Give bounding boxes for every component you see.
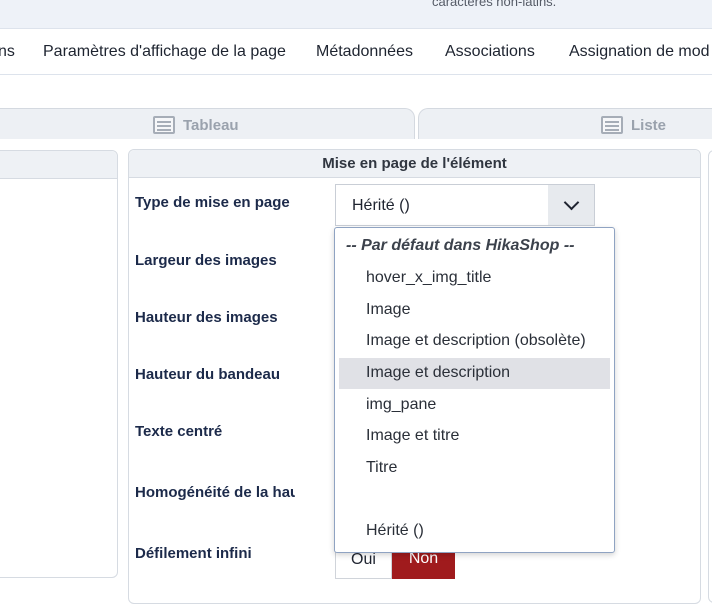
option-group-default: -- Par défaut dans HikaShop -- <box>346 237 575 254</box>
table-view-label: Tableau <box>183 116 239 134</box>
banner-height-label: Hauteur du bandeau <box>135 366 281 383</box>
tab-metadata[interactable]: Métadonnées <box>316 43 413 61</box>
table-icon <box>153 116 175 134</box>
tab-module-assignment[interactable]: Assignation de mod <box>569 43 710 61</box>
chevron-down-icon <box>563 194 579 210</box>
tab-bar: ns Paramètres d'affichage de la page Mét… <box>0 29 712 75</box>
option-image[interactable]: Image <box>339 295 610 326</box>
infinite-scroll-label: Défilement infini <box>135 545 252 562</box>
option-image-title[interactable]: Image et titre <box>339 421 610 452</box>
top-info-strip: caractères non-latins. <box>0 0 712 29</box>
centered-text-label: Texte centré <box>135 423 223 440</box>
table-view-button[interactable]: Tableau <box>0 108 415 139</box>
layout-type-select[interactable]: Hérité () <box>335 184 595 226</box>
field-hint: caractères non-latins. <box>432 0 557 9</box>
option-hover-x-img-title[interactable]: hover_x_img_title <box>339 263 610 294</box>
image-width-label: Largeur des images <box>135 252 277 269</box>
right-panel-edge <box>708 150 712 603</box>
select-toggle[interactable] <box>548 185 594 225</box>
view-switch: Tableau Liste <box>0 108 712 140</box>
list-view-button[interactable]: Liste <box>418 108 712 139</box>
option-img-pane[interactable]: img_pane <box>339 390 610 421</box>
tab-associations[interactable]: Associations <box>445 43 535 61</box>
list-view-label: Liste <box>631 116 667 134</box>
option-title[interactable]: Titre <box>339 453 610 484</box>
item-layout-panel: Mise en page de l'élément Type de mise e… <box>128 149 701 604</box>
option-inherited[interactable]: Hérité () <box>339 516 610 547</box>
layout-type-dropdown: -- Par défaut dans HikaShop -- hover_x_i… <box>334 227 615 553</box>
tab-partial-left[interactable]: ns <box>0 43 15 61</box>
list-icon <box>601 116 623 134</box>
layout-type-value: Hérité () <box>352 197 410 214</box>
option-blank[interactable] <box>339 484 610 515</box>
option-image-description-obsolete[interactable]: Image et description (obsolète) <box>339 326 610 357</box>
image-height-label: Hauteur des images <box>135 309 278 326</box>
left-panel <box>0 150 118 578</box>
layout-type-label: Type de mise en page <box>135 194 290 211</box>
height-homogeneity-label: Homogénéité de la hauteur <box>135 484 295 501</box>
left-panel-header <box>0 151 117 179</box>
option-image-description[interactable]: Image et description <box>339 358 610 389</box>
panel-title: Mise en page de l'élément <box>129 150 700 178</box>
tab-page-display-settings[interactable]: Paramètres d'affichage de la page <box>43 43 286 61</box>
